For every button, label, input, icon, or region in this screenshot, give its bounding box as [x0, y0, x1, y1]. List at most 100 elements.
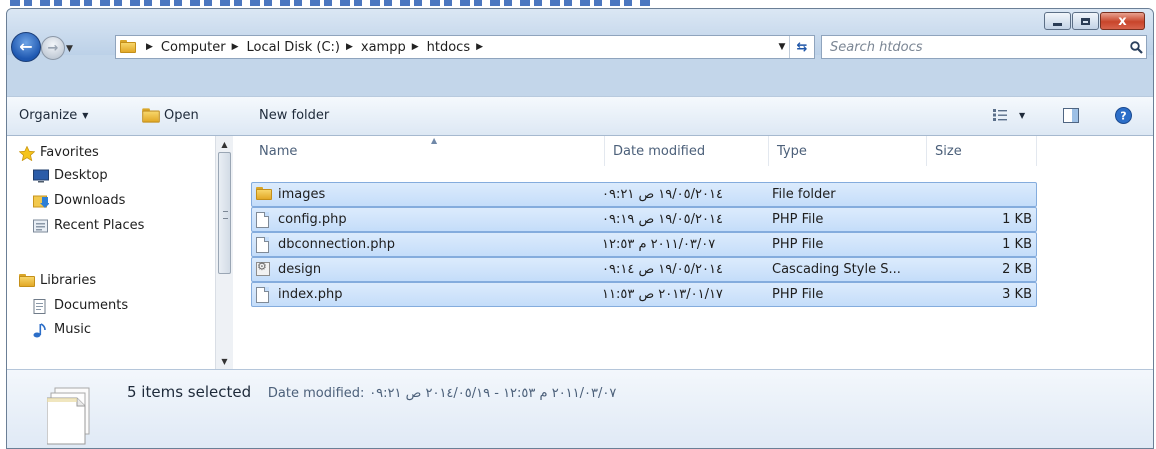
file-icon — [256, 212, 269, 232]
column-header-date-modified[interactable]: Date modified — [605, 136, 769, 166]
refresh-icon[interactable]: ⇆ — [789, 36, 814, 58]
column-header-type[interactable]: Type — [769, 136, 927, 166]
table-row[interactable]: dbconnection.php ۲۰۱۱/۰۳/۰۷ م ۱۲:٥۳ PHP … — [251, 232, 1037, 257]
scroll-down-icon[interactable]: ▼ — [216, 353, 233, 369]
back-button[interactable]: ← — [11, 32, 41, 62]
file-type: PHP File — [772, 212, 824, 227]
content-area: Favorites Desktop Downloads Recent Place… — [7, 136, 1153, 369]
nav-item-libraries[interactable]: Libraries — [19, 273, 96, 288]
sort-ascending-icon: ▲ — [431, 136, 438, 145]
help-button[interactable]: ? — [1115, 107, 1132, 124]
chevron-right-icon[interactable]: ▶ — [232, 42, 239, 52]
nav-item-label: Documents — [54, 298, 129, 313]
file-name: index.php — [278, 287, 343, 302]
file-name: dbconnection.php — [278, 237, 396, 252]
css-file-icon — [256, 260, 270, 280]
change-view-button[interactable]: ▼ — [993, 109, 1025, 121]
documents-icon — [33, 298, 49, 314]
organize-button[interactable]: Organize ▼ — [19, 108, 88, 123]
search-input[interactable]: Search htdocs — [821, 35, 1147, 59]
recent-places-icon — [33, 219, 49, 233]
date-modified-range: ۲۰۱۱/۰۳/۰۷ م ۱۲:٥۳ - ۲۰۱٤/۰٥/۱۹ ص ۰۹:۲۱ — [369, 386, 617, 401]
organize-label: Organize — [19, 108, 78, 123]
nav-item-favorites[interactable]: Favorites — [18, 145, 99, 161]
nav-item-desktop[interactable]: Desktop — [33, 168, 108, 183]
address-history-dropdown[interactable]: ▼ — [775, 42, 789, 52]
nav-item-downloads[interactable]: Downloads — [33, 193, 125, 208]
folder-icon — [256, 187, 272, 204]
music-icon — [33, 322, 49, 337]
preview-pane-button[interactable] — [1063, 108, 1079, 123]
view-list-icon — [993, 109, 1007, 121]
file-type: Cascading Style S... — [772, 262, 901, 277]
help-icon: ? — [1115, 107, 1132, 124]
table-row[interactable]: design ۲۰۱٤/۰٥/۱۹ ص ۰۹:۱٤ Cascading Styl… — [251, 257, 1037, 282]
table-row[interactable]: config.php ۲۰۱٤/۰٥/۱۹ ص ۰۹:۱۹ PHP File 1… — [251, 207, 1037, 232]
file-date: ۲۰۱۱/۰۳/۰۷ م ۱۲:٥۳ — [602, 237, 716, 252]
nav-item-label: Libraries — [40, 273, 97, 288]
breadcrumb-htdocs[interactable]: htdocs — [427, 40, 470, 55]
new-folder-button[interactable]: New folder — [259, 108, 329, 123]
file-name: design — [278, 262, 322, 277]
navigation-bar: ← → ▼ ▶ Computer ▶ Local Disk (C:) ▶ xam… — [7, 31, 1153, 65]
desktop-icon — [33, 169, 49, 183]
search-icon[interactable] — [1126, 40, 1146, 54]
nav-item-documents[interactable]: Documents — [33, 298, 129, 314]
table-row[interactable]: images ۲۰۱٤/۰٥/۱۹ ص ۰۹:۲۱ File folder — [251, 182, 1037, 207]
breadcrumb-local-disk[interactable]: Local Disk (C:) — [246, 40, 339, 55]
open-label: Open — [164, 108, 199, 123]
search-placeholder: Search htdocs — [830, 39, 923, 55]
close-button[interactable]: x — [1100, 12, 1145, 30]
multiple-files-icon — [46, 386, 93, 446]
file-size: 1 KB — [1002, 237, 1032, 252]
file-date: ۲۰۱٤/۰٥/۱۹ ص ۰۹:۲۱ — [602, 187, 723, 202]
maximize-icon — [1081, 17, 1090, 25]
column-header-name[interactable]: Name ▲ — [251, 136, 605, 166]
star-icon — [18, 145, 36, 161]
nav-item-label: Favorites — [40, 145, 99, 160]
file-name: config.php — [278, 212, 347, 227]
file-name: images — [278, 187, 326, 202]
open-button[interactable]: Open — [142, 108, 199, 123]
nav-item-music[interactable]: Music — [33, 322, 91, 337]
chevron-down-icon: ▼ — [1019, 110, 1026, 120]
forward-arrow-icon: → — [47, 40, 59, 56]
nav-item-recent-places[interactable]: Recent Places — [33, 218, 144, 233]
explorer-window: x ← → ▼ ▶ Computer ▶ Local Disk (C:) ▶ x… — [6, 8, 1154, 449]
navigation-pane: Favorites Desktop Downloads Recent Place… — [7, 136, 233, 369]
chevron-right-icon[interactable]: ▶ — [412, 42, 419, 52]
caption-buttons: x — [1043, 12, 1145, 30]
file-size: 3 KB — [1002, 287, 1032, 302]
details-summary: 5 items selected Date modified: ۲۰۱۱/۰۳/… — [127, 383, 616, 401]
chevron-down-icon: ▼ — [82, 111, 89, 120]
file-type: File folder — [772, 187, 836, 202]
file-list-pane: Name ▲ Date modified Type Size images ۲۰… — [235, 136, 1153, 369]
maximize-button[interactable] — [1072, 12, 1099, 30]
file-date: ۲۰۱۳/۰۱/۱۷ ص ۱۱:٥۳ — [602, 287, 723, 302]
file-date: ۲۰۱٤/۰٥/۱۹ ص ۰۹:۱٤ — [602, 262, 723, 277]
back-arrow-icon: ← — [19, 37, 33, 56]
minimize-button[interactable] — [1044, 12, 1071, 30]
breadcrumb-xampp[interactable]: xampp — [361, 40, 406, 55]
chevron-right-icon[interactable]: ▶ — [476, 42, 483, 52]
chevron-right-icon[interactable]: ▶ — [146, 42, 153, 52]
forward-button[interactable]: → — [41, 36, 65, 60]
chevron-right-icon[interactable]: ▶ — [346, 42, 353, 52]
scroll-up-icon[interactable]: ▲ — [216, 136, 233, 152]
breadcrumb-computer[interactable]: Computer — [161, 40, 226, 55]
file-type: PHP File — [772, 287, 824, 302]
column-header-size[interactable]: Size — [927, 136, 1037, 166]
command-bar: Organize ▼ Open New folder ▼ ? — [7, 96, 1153, 136]
date-modified-label: Date modified: — [267, 386, 365, 401]
file-size: 1 KB — [1002, 212, 1032, 227]
recent-pages-dropdown[interactable]: ▼ — [66, 44, 73, 54]
scroll-thumb[interactable] — [218, 152, 231, 274]
file-date: ۲۰۱٤/۰٥/۱۹ ص ۰۹:۱۹ — [602, 212, 723, 227]
nav-pane-scrollbar[interactable]: ▲ ▼ — [215, 136, 233, 369]
address-bar[interactable]: ▶ Computer ▶ Local Disk (C:) ▶ xampp ▶ h… — [115, 35, 815, 59]
close-icon: x — [1118, 13, 1127, 29]
details-pane: 5 items selected Date modified: ۲۰۱۱/۰۳/… — [7, 369, 1153, 448]
table-row[interactable]: index.php ۲۰۱۳/۰۱/۱۷ ص ۱۱:٥۳ PHP File 3 … — [251, 282, 1037, 307]
nav-item-label: Recent Places — [54, 218, 145, 233]
file-icon — [256, 237, 269, 257]
